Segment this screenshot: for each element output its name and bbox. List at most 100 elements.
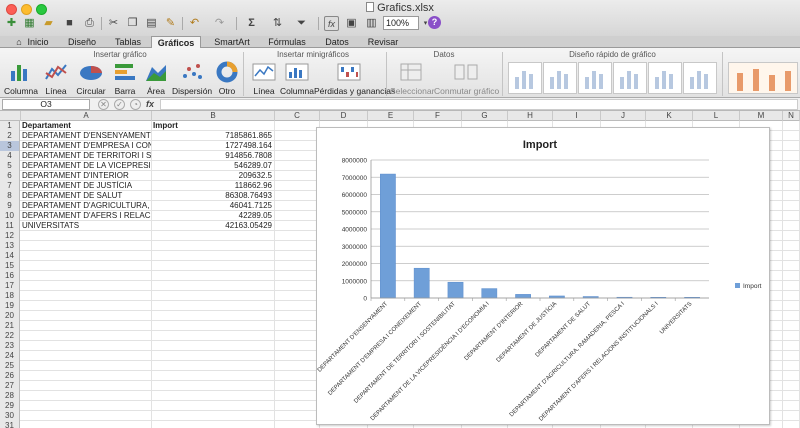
sidebar-icon[interactable]: ▣ [344, 16, 359, 31]
tab-datos[interactable]: Datos [320, 36, 354, 48]
cell-departament[interactable]: DEPARTAMENT DE TERRITORI I SOSTENIBILITA… [21, 151, 151, 161]
pie-chart-button[interactable]: Circular [74, 61, 108, 96]
quick-layout-thumb[interactable] [578, 62, 612, 94]
row-header[interactable]: 9 [0, 201, 20, 211]
row-header[interactable]: 3 [0, 141, 20, 151]
paste-icon[interactable]: ▤ [144, 16, 159, 31]
row-header[interactable]: 24 [0, 351, 20, 361]
quick-layout-thumb[interactable] [613, 62, 647, 94]
cancel-icon[interactable]: ✕ [98, 99, 109, 110]
row-header[interactable]: 1 [0, 121, 20, 131]
select-data-button[interactable]: Seleccionar [390, 61, 434, 96]
autosum-icon[interactable]: Σ [244, 16, 259, 31]
column-header[interactable]: K [646, 111, 693, 121]
cell-departament[interactable]: DEPARTAMENT DE JUSTÍCIA [21, 181, 151, 191]
cell-import[interactable]: 7185861.865 [152, 131, 274, 141]
tab-inicio[interactable]: Inicio [22, 36, 54, 48]
column-header[interactable]: M [740, 111, 783, 121]
bar-chart[interactable]: Import 0 1000000 2000000 3000000 4000000 50000… [316, 127, 770, 425]
column-header[interactable]: J [601, 111, 646, 121]
column-header[interactable]: L [693, 111, 740, 121]
line-chart-button[interactable]: Línea [40, 61, 72, 96]
row-header[interactable]: 15 [0, 261, 20, 271]
row-header[interactable]: 11 [0, 221, 20, 231]
cell-import[interactable]: 546289.07 [152, 161, 274, 171]
column-header[interactable]: B [152, 111, 275, 121]
sort-icon[interactable]: ⇅ [270, 16, 285, 31]
cell-import[interactable]: 118662.96 [152, 181, 274, 191]
row-header[interactable]: 19 [0, 301, 20, 311]
clock-icon[interactable]: ◔ [130, 99, 141, 110]
copy-icon[interactable]: ❐ [125, 16, 140, 31]
row-header[interactable]: 20 [0, 311, 20, 321]
cell-departament[interactable]: DEPARTAMENT D'INTERIOR [21, 171, 151, 181]
row-header[interactable]: 28 [0, 391, 20, 401]
row-header[interactable]: 5 [0, 161, 20, 171]
cell-import[interactable]: 42163.05429 [152, 221, 274, 231]
gallery-icon[interactable]: ▦ [22, 16, 37, 31]
cell-departament[interactable]: DEPARTAMENT D'EMPRESA I CONEIXEMENT [21, 141, 151, 151]
column-chart-button[interactable]: Columna [4, 61, 38, 96]
function-icon[interactable]: fx [146, 99, 154, 109]
name-box[interactable]: O3 [2, 99, 90, 110]
quick-layout-thumb[interactable] [543, 62, 577, 94]
column-header[interactable]: N [783, 111, 800, 121]
row-header[interactable]: 30 [0, 411, 20, 421]
cell-departament[interactable]: UNIVERSITATS [21, 221, 151, 231]
column-header[interactable]: I [553, 111, 601, 121]
row-header[interactable]: 13 [0, 241, 20, 251]
cell-import[interactable]: 86308.76493 [152, 191, 274, 201]
select-all-corner[interactable] [0, 111, 21, 121]
column-header[interactable]: G [462, 111, 508, 121]
row-header[interactable]: 27 [0, 381, 20, 391]
new-workbook-icon[interactable]: ✚ [4, 16, 19, 31]
row-header[interactable]: 26 [0, 371, 20, 381]
cell-import[interactable]: Import [152, 121, 274, 131]
cell-departament[interactable]: DEPARTAMENT D'ENSENYAMENT [21, 131, 151, 141]
cell-departament[interactable]: DEPARTAMENT D'AGRICULTURA, RAMADERIA, PE… [21, 201, 151, 211]
row-header[interactable]: 18 [0, 291, 20, 301]
column-header[interactable]: H [508, 111, 553, 121]
cell-import[interactable]: 42289.05 [152, 211, 274, 221]
quick-layout-thumb[interactable] [683, 62, 717, 94]
tab-diseno[interactable]: Diseño [62, 36, 102, 48]
row-header[interactable]: 8 [0, 191, 20, 201]
redo-icon[interactable]: ↷ [212, 16, 227, 31]
area-chart-button[interactable]: Área [142, 61, 170, 96]
column-header[interactable]: A [21, 111, 152, 121]
formula-builder-icon[interactable]: fx [324, 16, 339, 31]
chart-style-thumb[interactable] [728, 62, 798, 94]
cell-import[interactable]: 209632.5 [152, 171, 274, 181]
row-header[interactable]: 17 [0, 281, 20, 291]
tab-formulas[interactable]: Fórmulas [262, 36, 312, 48]
row-header[interactable]: 14 [0, 251, 20, 261]
tab-tablas[interactable]: Tablas [110, 36, 146, 48]
row-header[interactable]: 25 [0, 361, 20, 371]
cell-departament[interactable]: DEPARTAMENT DE LA VICEPRESIDÈNCIA I D'EC… [21, 161, 151, 171]
row-header[interactable]: 21 [0, 321, 20, 331]
quick-layout-thumb[interactable] [508, 62, 542, 94]
filter-icon[interactable]: ⏷ [294, 16, 309, 31]
format-painter-icon[interactable]: ✎ [163, 16, 178, 31]
help-icon[interactable]: ? [428, 16, 441, 29]
cell-import[interactable]: 46041.7125 [152, 201, 274, 211]
row-header[interactable]: 29 [0, 401, 20, 411]
confirm-icon[interactable]: ✓ [114, 99, 125, 110]
cell-departament[interactable]: DEPARTAMENT DE SALUT [21, 191, 151, 201]
scatter-chart-button[interactable]: Dispersión [172, 61, 212, 96]
column-header[interactable]: C [275, 111, 320, 121]
zoom-selector[interactable]: 100% [383, 16, 419, 30]
tab-revisar[interactable]: Revisar [362, 36, 404, 48]
row-header[interactable]: 4 [0, 151, 20, 161]
tab-smartart[interactable]: SmartArt [207, 36, 257, 48]
row-header[interactable]: 12 [0, 231, 20, 241]
cell-departament[interactable]: Departament [21, 121, 151, 131]
other-chart-button[interactable]: Otro [212, 61, 242, 96]
cut-icon[interactable]: ✂ [106, 16, 121, 31]
sparkline-column-button[interactable]: Columna [280, 61, 314, 96]
toolbox-icon[interactable]: ▥ [364, 16, 379, 31]
bar-chart-button[interactable]: Barra [110, 61, 140, 96]
sparkline-line-button[interactable]: Línea [248, 61, 280, 96]
cell-import[interactable]: 914856.7808 [152, 151, 274, 161]
undo-icon[interactable]: ↶ [187, 16, 202, 31]
